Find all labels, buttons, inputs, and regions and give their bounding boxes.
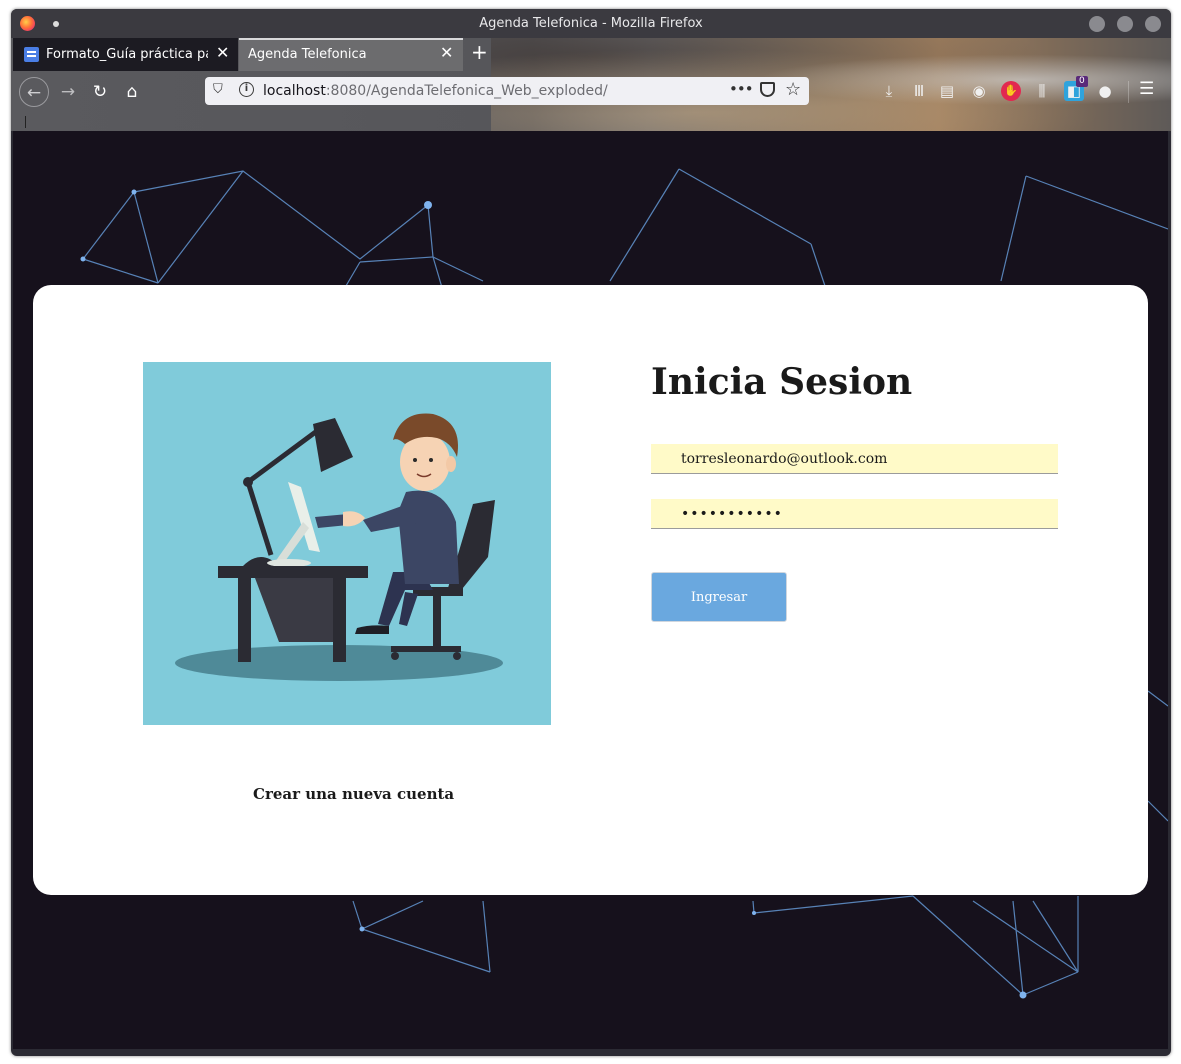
tab-label: Agenda Telefonica xyxy=(248,47,367,62)
toolbar-separator xyxy=(1128,81,1129,103)
tab-formato-guia[interactable]: Formato_Guía práctica par ✕ xyxy=(13,38,238,71)
page-actions-button[interactable]: ••• xyxy=(729,80,754,98)
login-card: Crear una nueva cuenta Inicia Sesion Ing… xyxy=(33,285,1148,895)
home-button[interactable]: ⌂ xyxy=(117,77,147,107)
create-account-link[interactable]: Crear una nueva cuenta xyxy=(253,785,454,803)
text-cursor xyxy=(25,116,26,128)
url-text[interactable]: localhost:8080/AgendaTelefonica_Web_expl… xyxy=(263,83,608,99)
library-icon[interactable]: Ⅲ xyxy=(909,81,929,101)
tab-label: Formato_Guía práctica par xyxy=(46,47,208,62)
extension-badge: 0 xyxy=(1076,76,1088,87)
url-host: localhost xyxy=(263,83,326,99)
maximize-button[interactable] xyxy=(1117,16,1133,32)
close-tab-icon[interactable]: ✕ xyxy=(216,45,229,61)
account-icon[interactable]: ◉ xyxy=(969,81,989,101)
reader-icon[interactable]: ▤ xyxy=(937,81,957,101)
ublock-icon[interactable]: ✋ xyxy=(1001,81,1021,101)
url-bar[interactable]: ⛉ i localhost:8080/AgendaTelefonica_Web_… xyxy=(205,77,809,105)
email-field[interactable] xyxy=(651,444,1058,474)
forward-button[interactable]: → xyxy=(53,77,83,107)
window-title: Agenda Telefonica - Mozilla Firefox xyxy=(479,16,703,31)
back-button[interactable]: ← xyxy=(19,77,49,107)
hamburger-menu-icon[interactable]: ☰ xyxy=(1139,79,1154,99)
new-tab-button[interactable]: + xyxy=(471,42,488,62)
navigation-toolbar: ← → ↻ ⌂ ⛉ i localhost:8080/AgendaTelefon… xyxy=(11,71,1171,111)
extension-ball-icon[interactable]: ● xyxy=(1095,81,1115,101)
tab-agenda-telefonica[interactable]: Agenda Telefonica ✕ xyxy=(239,38,463,71)
close-window-button[interactable] xyxy=(1145,16,1161,32)
man-at-desk-illustration xyxy=(143,362,551,725)
title-bar: Agenda Telefonica - Mozilla Firefox xyxy=(11,9,1171,38)
minimize-button[interactable] xyxy=(1089,16,1105,32)
close-tab-icon[interactable]: ✕ xyxy=(440,45,453,61)
page-title: Inicia Sesion xyxy=(651,361,913,403)
browser-window: Agenda Telefonica - Mozilla Firefox Form… xyxy=(11,9,1171,1056)
url-path: :8080/AgendaTelefonica_Web_exploded/ xyxy=(325,83,608,99)
site-info-icon[interactable]: i xyxy=(239,82,254,97)
docs-icon xyxy=(24,47,39,62)
tracking-protection-icon[interactable]: ⛉ xyxy=(213,82,223,97)
sidebar-icon[interactable]: ⫼ xyxy=(1032,81,1052,101)
pocket-icon[interactable] xyxy=(760,82,775,97)
page-content: Crear una nueva cuenta Inicia Sesion Ing… xyxy=(13,131,1168,1049)
reload-button[interactable]: ↻ xyxy=(85,77,115,107)
extension-icon[interactable]: ⤓ xyxy=(879,81,899,101)
password-field[interactable] xyxy=(651,499,1058,529)
login-submit-button[interactable]: Ingresar xyxy=(651,572,787,622)
tab-strip: Formato_Guía práctica par ✕ Agenda Telef… xyxy=(11,38,1171,71)
bookmark-star-icon[interactable]: ☆ xyxy=(785,79,801,100)
